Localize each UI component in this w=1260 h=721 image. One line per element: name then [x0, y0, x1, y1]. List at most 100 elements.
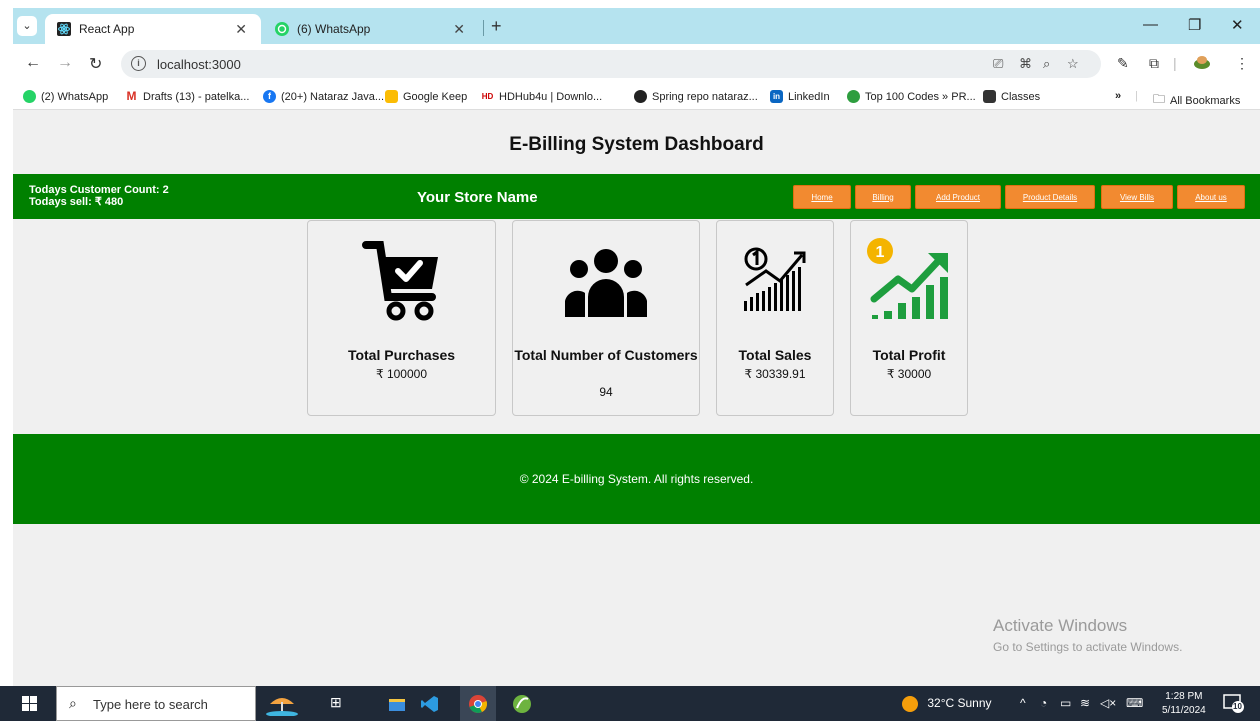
browser-toolbar: ← → ↻ i localhost:3000 ⎚ ⌘ ⌕ ☆ ✎ ⧉ | ⋮	[13, 44, 1260, 84]
taskbar-search-box[interactable]: ⌕ Type here to search	[56, 686, 256, 721]
bookmark-google-keep[interactable]: Google Keep	[385, 90, 467, 103]
wifi-icon[interactable]: ≋	[1080, 696, 1090, 710]
volume-icon[interactable]: ◁×	[1100, 696, 1116, 710]
more-bookmarks-button[interactable]: »	[1115, 90, 1121, 102]
browser-window: ⌄ React App ✕ (6) WhatsApp ✕ + — ❐ ✕ ← →…	[13, 8, 1260, 688]
watermark-subtitle: Go to Settings to activate Windows.	[993, 640, 1183, 654]
nav-home-button[interactable]: Home	[793, 185, 851, 209]
bookmark-whatsapp[interactable]: (2) WhatsApp	[23, 90, 108, 103]
chrome-icon[interactable]	[460, 686, 496, 721]
tray-chevron-icon[interactable]: ^	[1020, 696, 1026, 710]
bookmark-linkedin[interactable]: in LinkedIn	[770, 90, 830, 103]
nav-about-us-button[interactable]: About us	[1177, 185, 1245, 209]
notification-count: 10	[1233, 702, 1242, 711]
svg-text:1: 1	[876, 244, 885, 261]
forward-icon[interactable]: →	[57, 54, 73, 72]
back-icon[interactable]: ←	[25, 54, 41, 72]
url-text: localhost:3000	[157, 57, 241, 72]
cart-check-icon	[308, 235, 495, 331]
extensions-icon[interactable]: ⧉	[1149, 55, 1159, 72]
card-title: Total Number of Customers	[514, 347, 698, 363]
windows-start-icon[interactable]	[22, 696, 37, 715]
bookmark-spring-repo[interactable]: Spring repo nataraz...	[634, 90, 758, 103]
bookmark-facebook[interactable]: f (20+) Nataraz Java...	[263, 90, 384, 103]
notification-center-icon[interactable]: 10	[1222, 692, 1244, 717]
profile-avatar[interactable]	[1193, 55, 1211, 72]
beach-widget-icon[interactable]	[262, 694, 302, 717]
clock-time: 1:28 PM	[1165, 691, 1203, 702]
tab-react-app[interactable]: React App ✕	[45, 14, 261, 44]
page-footer: © 2024 E-billing System. All rights rese…	[13, 434, 1260, 524]
close-tab-icon[interactable]: ✕	[235, 21, 247, 38]
weather-widget[interactable]: 32°C Sunny	[902, 696, 992, 712]
classroom-icon	[983, 90, 996, 103]
sun-icon	[902, 696, 918, 712]
cast-icon[interactable]: ⎚	[993, 56, 1003, 72]
translate-icon[interactable]: ⌘	[1019, 56, 1032, 72]
tab-label: (6) WhatsApp	[297, 22, 371, 36]
activate-windows-watermark: Activate Windows Go to Settings to activ…	[993, 616, 1182, 654]
store-stats: Todays Customer Count: 2 Todays sell: ₹ …	[29, 184, 169, 208]
address-bar[interactable]: i localhost:3000 ⎚ ⌘ ⌕ ☆	[121, 50, 1101, 78]
card-value: ₹ 30000	[886, 367, 932, 381]
file-explorer-icon[interactable]	[387, 694, 407, 714]
keyboard-icon[interactable]: ⌨	[1126, 696, 1143, 710]
reload-icon[interactable]: ↻	[89, 54, 102, 74]
users-group-icon	[513, 235, 699, 331]
sales-growth-icon	[717, 235, 833, 331]
gmail-icon: M	[125, 89, 138, 103]
store-name: Your Store Name	[417, 189, 538, 206]
close-tab-icon[interactable]: ✕	[453, 21, 465, 38]
menu-icon[interactable]: ⋮	[1235, 55, 1249, 72]
nav-billing-button[interactable]: Billing	[855, 185, 911, 209]
tab-search-button[interactable]: ⌄	[17, 16, 37, 36]
card-title: Total Sales	[738, 347, 812, 363]
card-title: Total Purchases	[347, 347, 456, 363]
card-total-sales: Total Sales ₹ 30339.91	[716, 220, 834, 416]
card-total-purchases: Total Purchases ₹ 100000	[307, 220, 496, 416]
tab-whatsapp[interactable]: (6) WhatsApp ✕	[263, 14, 479, 44]
all-bookmarks[interactable]: 🗀 All Bookmarks	[1153, 90, 1240, 111]
star-icon[interactable]: ☆	[1067, 56, 1079, 72]
card-title: Total Profit	[872, 347, 946, 363]
restore-icon[interactable]: ❐	[1188, 16, 1201, 34]
bookmark-hdhub4u[interactable]: HD HDHub4u | Downlo...	[481, 90, 602, 103]
nav-add-product-button[interactable]: Add Product	[915, 185, 1001, 209]
whatsapp-icon	[275, 22, 289, 36]
todays-sell: Todays sell: ₹ 480	[29, 196, 124, 208]
page-content: E-Billing System Dashboard Todays Custom…	[13, 110, 1260, 688]
keep-icon	[385, 90, 398, 103]
card-value: ₹ 30339.91	[744, 367, 806, 381]
network-icon[interactable]: ◔	[1040, 696, 1047, 710]
customer-count: Todays Customer Count: 2	[29, 184, 169, 196]
toolbar-divider: |	[1173, 55, 1177, 71]
new-tab-icon[interactable]: +	[491, 16, 502, 37]
nav-product-details-button[interactable]: Product Details	[1005, 185, 1095, 209]
bookmark-top-100-codes[interactable]: Top 100 Codes » PR...	[847, 90, 976, 103]
card-value: ₹ 100000	[375, 367, 427, 381]
github-icon	[634, 90, 647, 103]
vscode-icon[interactable]	[420, 694, 440, 714]
windows-taskbar: ⌕ Type here to search ⊞ 32°C Sunny ^ ◔ ▭…	[0, 686, 1260, 721]
bookmark-classes[interactable]: Classes	[983, 90, 1040, 103]
spring-tool-icon[interactable]	[512, 694, 532, 714]
tab-label: React App	[79, 22, 135, 36]
whatsapp-icon	[23, 90, 36, 103]
zoom-icon[interactable]: ⌕	[1043, 56, 1050, 72]
nav-view-bills-button[interactable]: View Bills	[1101, 185, 1173, 209]
card-total-customers: Total Number of Customers 94	[512, 220, 700, 416]
task-view-icon[interactable]: ⊞	[330, 694, 350, 714]
minimize-icon[interactable]: —	[1143, 16, 1158, 33]
tab-divider	[483, 20, 484, 36]
edit-icon[interactable]: ✎	[1117, 55, 1129, 72]
bookmark-gmail[interactable]: M Drafts (13) - patelka...	[125, 90, 249, 103]
bookmarks-bar: (2) WhatsApp M Drafts (13) - patelka... …	[13, 84, 1260, 110]
search-placeholder: Type here to search	[93, 697, 208, 712]
taskbar-clock[interactable]: 1:28 PM 5/11/2024	[1162, 690, 1206, 718]
search-icon: ⌕	[69, 695, 77, 711]
site-info-icon[interactable]: i	[131, 56, 146, 71]
bookmarks-divider: |	[1135, 90, 1138, 102]
battery-icon[interactable]: ▭	[1060, 696, 1071, 710]
profit-chart-icon: 1	[851, 235, 967, 331]
close-window-icon[interactable]: ✕	[1231, 16, 1244, 34]
